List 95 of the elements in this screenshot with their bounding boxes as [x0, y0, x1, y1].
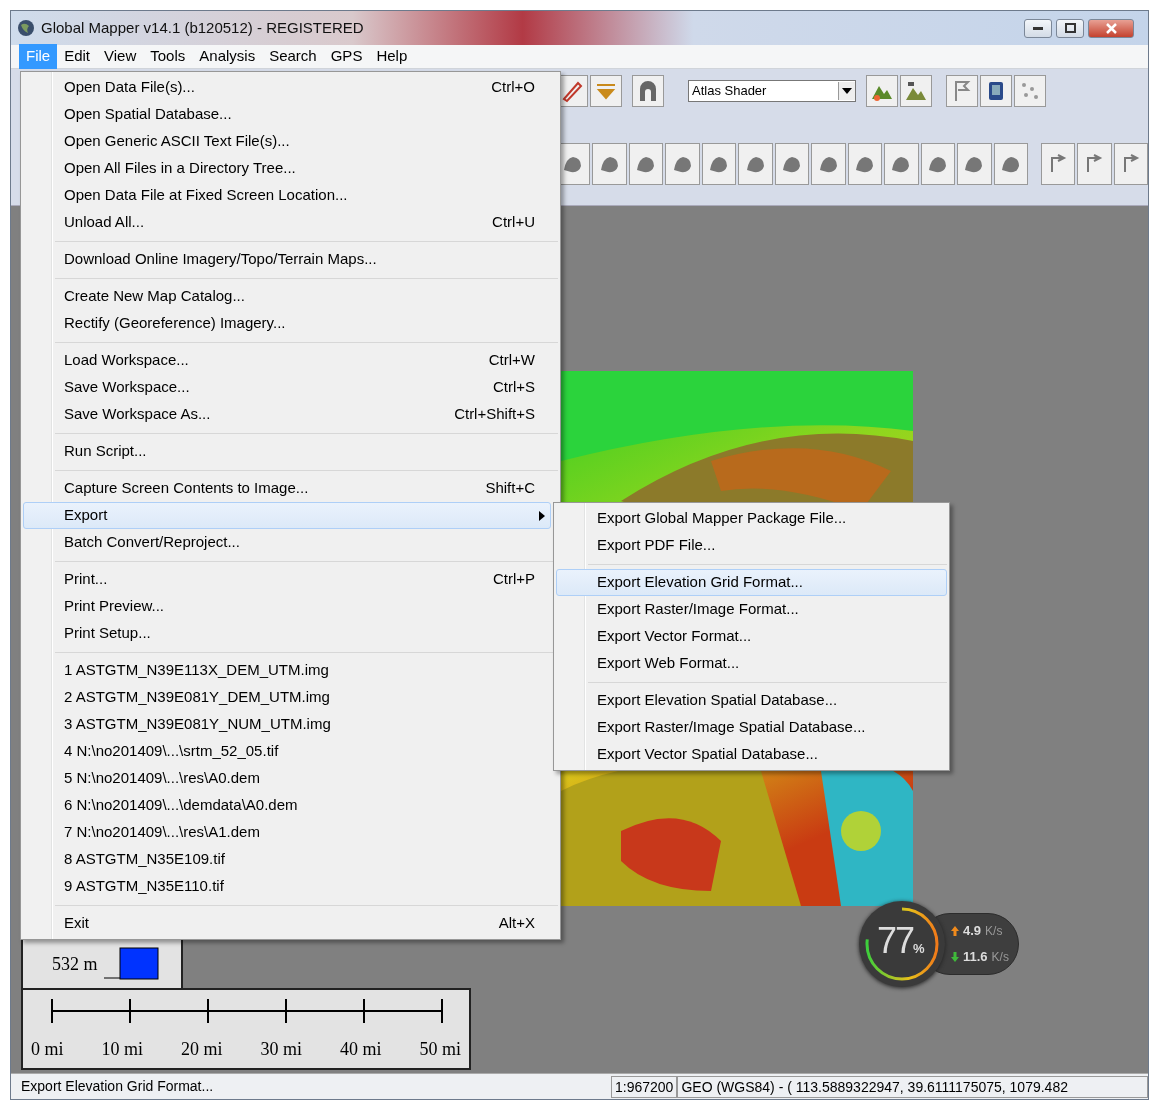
menu-item[interactable]: Export	[23, 502, 551, 529]
upload-unit: K/s	[985, 922, 1003, 940]
menu-item[interactable]: 3 ASTGTM_N39E081Y_NUM_UTM.img	[23, 711, 551, 738]
menu-item[interactable]: Export Elevation Grid Format...	[556, 569, 947, 596]
minimize-icon	[1033, 26, 1043, 30]
globe-icon	[17, 19, 35, 37]
toolbar-button[interactable]	[847, 143, 883, 185]
toolbar-button[interactable]	[738, 143, 773, 185]
maximize-button[interactable]	[1056, 18, 1084, 38]
toolbar-button[interactable]	[866, 75, 898, 107]
menu-item[interactable]: Help	[369, 44, 415, 69]
color-swatch-drawing	[103, 947, 160, 981]
menu-item[interactable]: Open Generic ASCII Text File(s)...	[23, 128, 551, 155]
upload-arrow-icon	[951, 925, 959, 936]
menu-item[interactable]: Rectify (Georeference) Imagery...	[23, 310, 551, 337]
menu-item[interactable]: Run Script...	[23, 438, 551, 465]
toolbar-button[interactable]	[993, 143, 1029, 185]
menu-item[interactable]: Download Online Imagery/Topo/Terrain Maps...	[23, 246, 551, 273]
toolbar-button[interactable]	[628, 143, 664, 185]
menu-item[interactable]: Print Setup...	[23, 620, 551, 647]
percent-value: 77	[877, 921, 914, 961]
toolbar-button[interactable]	[701, 143, 737, 185]
terrain-icon	[904, 79, 928, 103]
status-message: Export Elevation Grid Format...	[20, 1077, 215, 1096]
pencil-icon	[560, 79, 584, 103]
menu-item[interactable]: Export Elevation Spatial Database...	[556, 687, 947, 714]
toolbar-button[interactable]	[632, 75, 664, 107]
menu-item[interactable]: Export Raster/Image Format...	[556, 596, 947, 623]
toolbar-button[interactable]	[774, 143, 810, 185]
minimize-button[interactable]	[1024, 18, 1052, 38]
menu-item[interactable]: Export Raster/Image Spatial Database...	[556, 714, 947, 741]
scale-label: 10 mi	[101, 1038, 143, 1061]
menu-item[interactable]: Search	[262, 44, 324, 69]
menu-item[interactable]: Capture Screen Contents to Image... Shift+C	[23, 475, 551, 502]
menu-item[interactable]: Export Vector Format...	[556, 623, 947, 650]
menu-item[interactable]: Open Spatial Database...	[23, 101, 551, 128]
window-title: Global Mapper v14.1 (b120512) - REGISTERED	[41, 17, 364, 38]
menu-item[interactable]: Export Web Format...	[556, 650, 947, 677]
menu-item[interactable]: Print... Ctrl+P	[23, 566, 551, 593]
menu-item[interactable]: Load Workspace... Ctrl+W	[23, 347, 551, 374]
menu-item[interactable]: 5 N:\no201409\...\res\A0.dem	[23, 765, 551, 792]
menu-item[interactable]: Tools	[143, 44, 193, 69]
menu-item[interactable]: Print Preview...	[23, 593, 551, 620]
toolbar-button[interactable]	[884, 143, 919, 185]
menu-item[interactable]: View	[97, 44, 144, 69]
scale-label: 0 mi	[31, 1038, 64, 1061]
menu-item[interactable]: Export Global Mapper Package File...	[556, 505, 947, 532]
elevation-label: 532 m	[52, 952, 98, 976]
caret-icon	[842, 88, 852, 94]
toolbar-button[interactable]	[592, 143, 627, 185]
menu-item[interactable]: 2 ASTGTM_N39E081Y_DEM_UTM.img	[23, 684, 551, 711]
menu-item[interactable]: GPS	[323, 44, 370, 69]
menu-item[interactable]: Open Data File at Fixed Screen Location...	[23, 182, 551, 209]
menu-item[interactable]: 6 N:\no201409\...\demdata\A0.dem	[23, 792, 551, 819]
menu-item[interactable]: 1 ASTGTM_N39E113X_DEM_UTM.img	[23, 657, 551, 684]
toolbar-button[interactable]	[665, 143, 700, 185]
scale-label: 40 mi	[339, 1038, 382, 1061]
menu-item[interactable]: Save Workspace... Ctrl+S	[23, 374, 551, 401]
menu-item[interactable]: Export PDF File...	[556, 532, 947, 559]
shader-dropdown[interactable]: Atlas Shader	[688, 80, 856, 102]
scale-label: 20 mi	[180, 1038, 223, 1061]
toolbar-button[interactable]	[900, 75, 932, 107]
menu-item[interactable]: Open All Files in a Directory Tree...	[23, 155, 551, 182]
menu-item[interactable]: Edit	[57, 44, 98, 69]
download-speed: 11.6	[963, 948, 988, 966]
toolbar-button[interactable]	[1040, 143, 1076, 185]
menu-item[interactable]: Export Vector Spatial Database...	[556, 741, 947, 768]
menu-item[interactable]: Exit Alt+X	[23, 910, 551, 937]
menu-item[interactable]: Batch Convert/Reproject...	[23, 529, 551, 556]
download-arrow-icon	[951, 951, 959, 962]
percent-unit: %	[913, 940, 925, 958]
menu-item[interactable]: 8 ASTGTM_N35E109.tif	[23, 846, 551, 873]
toolbar-button[interactable]	[957, 143, 992, 185]
maximize-icon	[1064, 23, 1076, 33]
toolbar-button[interactable]	[1077, 143, 1112, 185]
upload-speed: 4.9	[963, 922, 982, 940]
menu-item[interactable]: Open Data File(s)... Ctrl+O	[23, 74, 551, 101]
toolbar-button[interactable]	[980, 75, 1012, 107]
scale-label: 30 mi	[260, 1038, 302, 1061]
download-unit: K/s	[991, 948, 1009, 966]
menu-item[interactable]: Save Workspace As... Ctrl+Shift+S	[23, 401, 551, 428]
close-button[interactable]	[1088, 18, 1134, 38]
menu-item[interactable]: Unload All... Ctrl+U	[23, 209, 551, 236]
menu-item[interactable]: 4 N:\no201409\...\srtm_52_05.tif	[23, 738, 551, 765]
scale-label: 50 mi	[419, 1038, 461, 1061]
menu-item[interactable]: Create New Map Catalog...	[23, 283, 551, 310]
toolbar-button[interactable]	[1113, 143, 1149, 185]
toolbar-button[interactable]	[811, 143, 846, 185]
menu-item[interactable]: 9 ASTGTM_N35E110.tif	[23, 873, 551, 900]
menu-item[interactable]: Analysis	[192, 44, 263, 69]
map-scale: 1:967200	[611, 1075, 678, 1098]
cursor-position: GEO (WGS84) - ( 113.5889322947, 39.6111175075, 1079.482	[677, 1075, 1148, 1098]
menu-item[interactable]: 7 N:\no201409\...\res\A1.dem	[23, 819, 551, 846]
close-icon	[1105, 22, 1117, 34]
toolbar-button[interactable]	[920, 143, 956, 185]
